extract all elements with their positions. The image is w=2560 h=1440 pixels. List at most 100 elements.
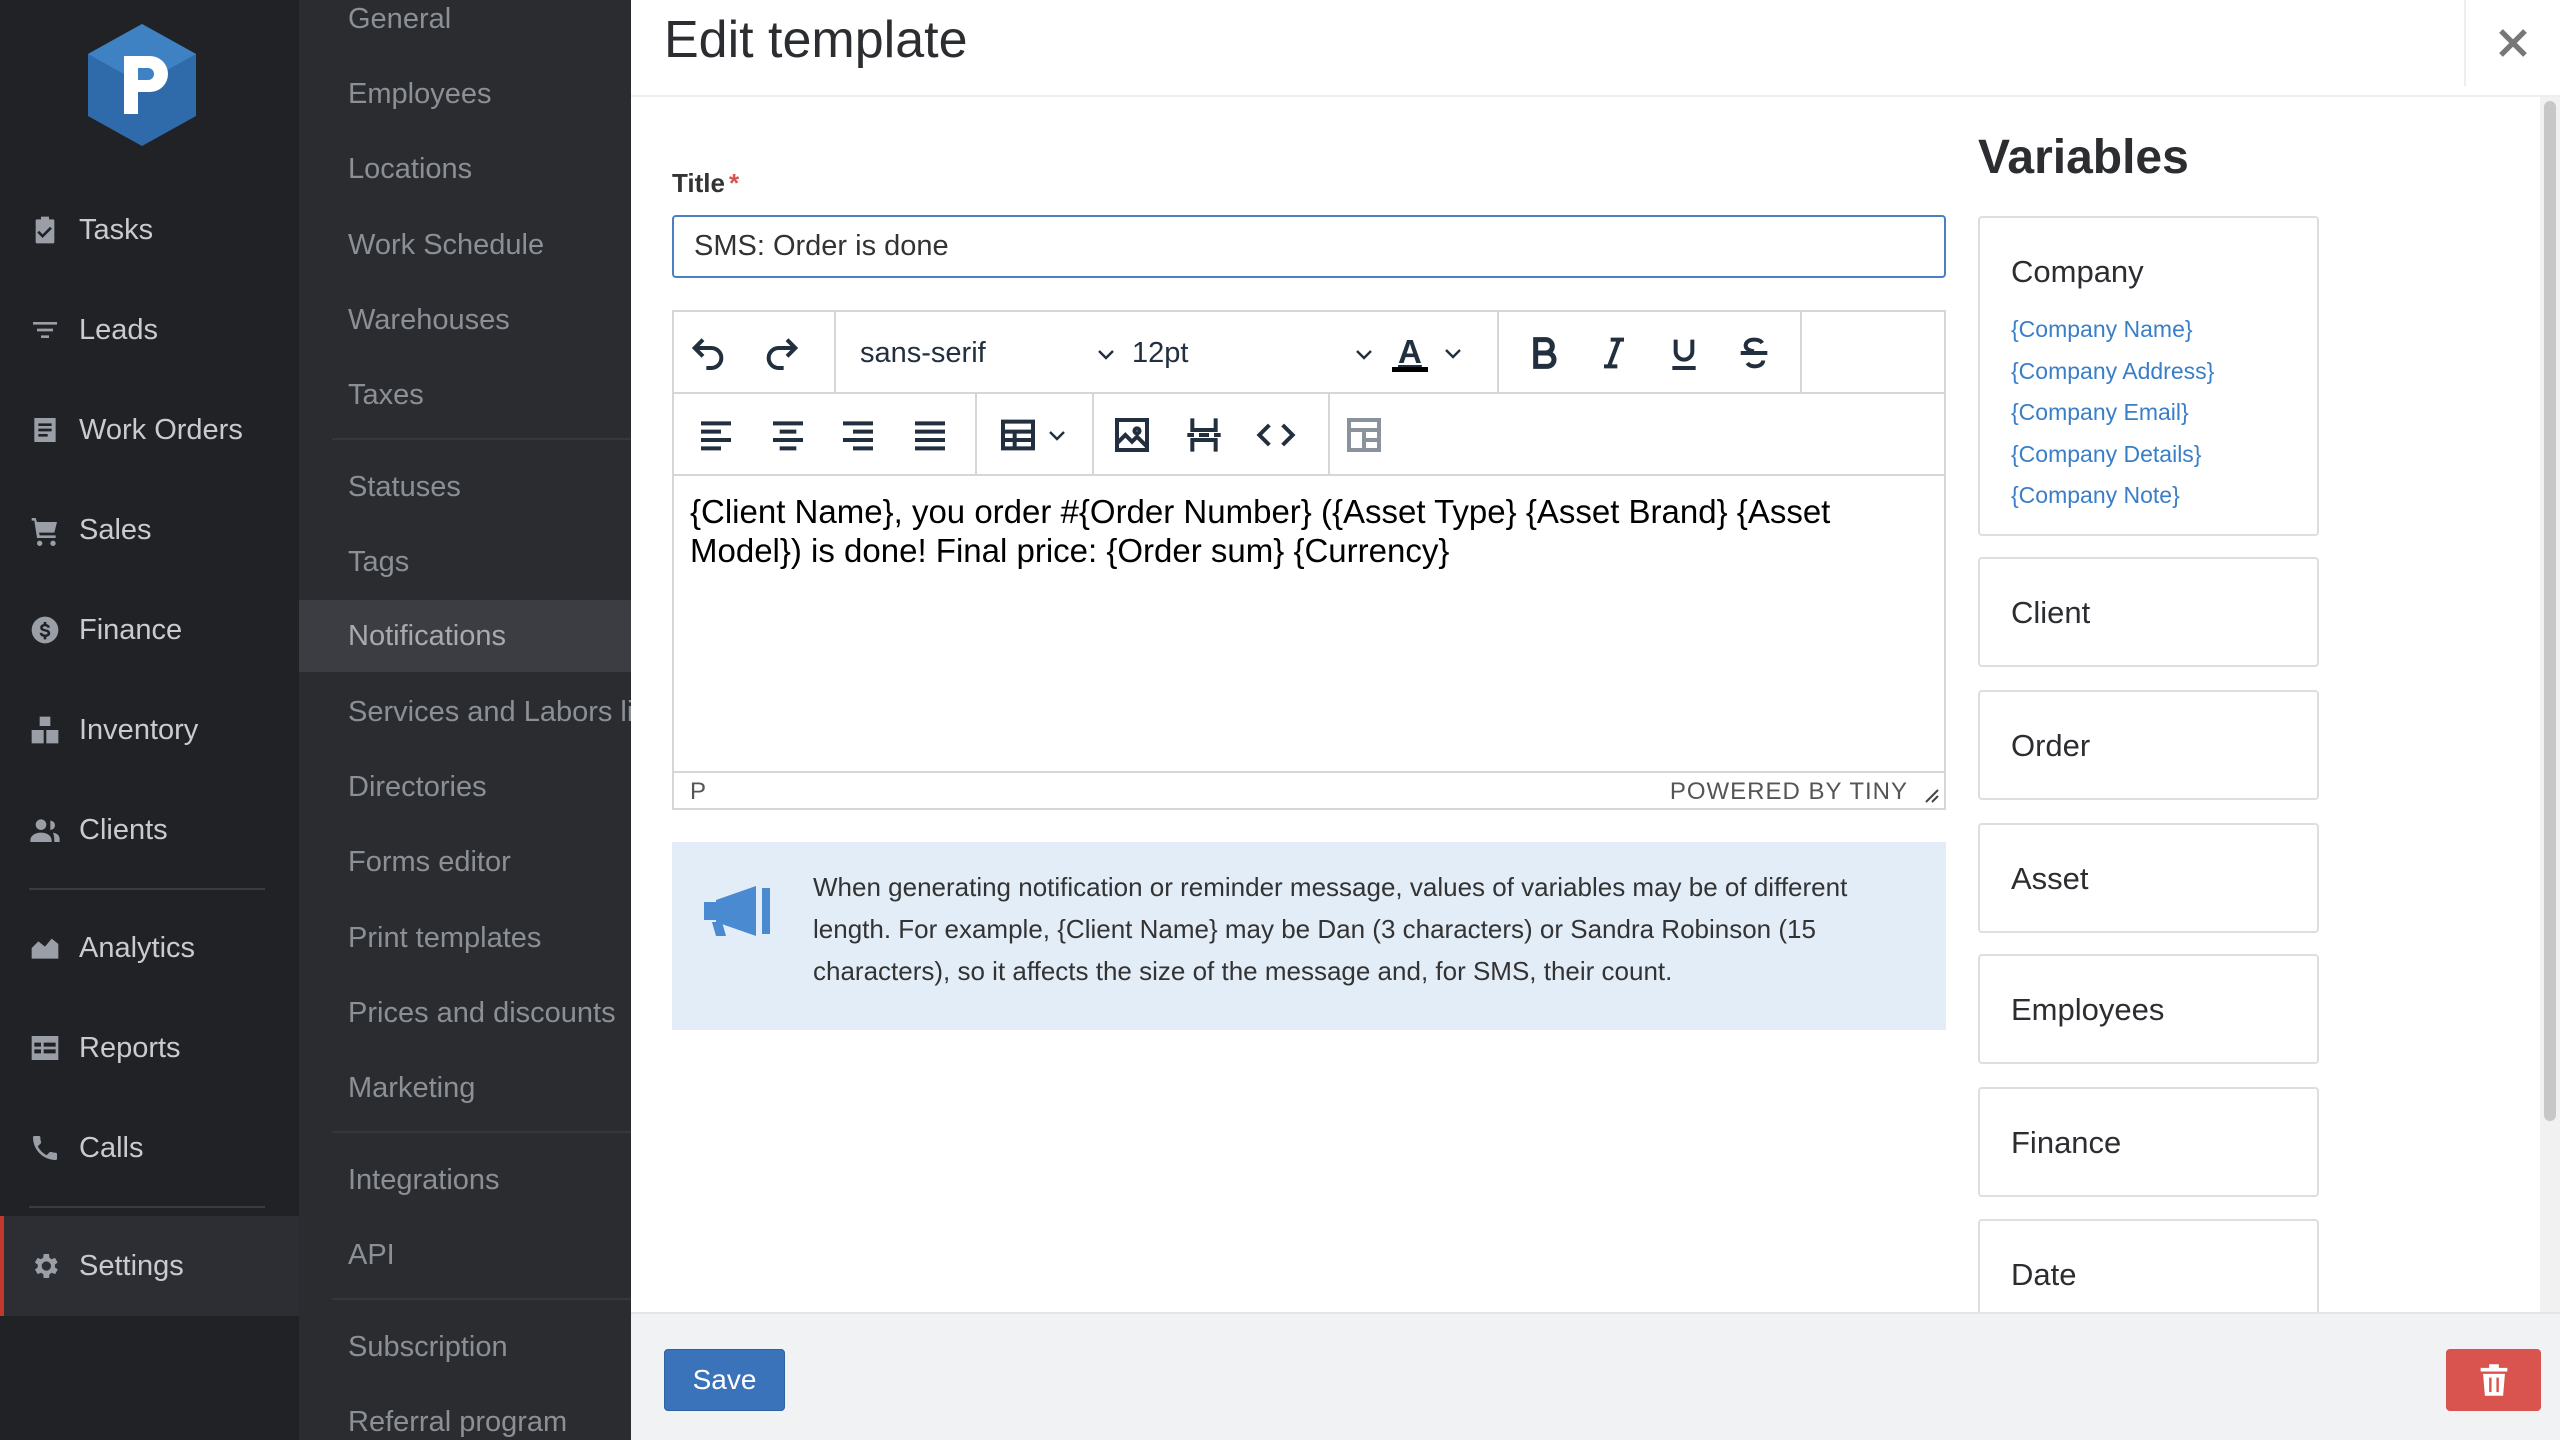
subnav-item[interactable]: API [299,1219,631,1291]
editor-content[interactable]: {Client Name}, you order #{Order Number}… [674,478,1944,781]
nav-item-sales[interactable]: Sales [0,480,299,580]
subnav-item[interactable]: Taxes [299,359,631,431]
subnav-item[interactable]: Subscription [299,1311,631,1383]
required-mark: * [728,168,740,198]
subnav-item[interactable]: Forms editor [299,826,631,898]
nav-item-analytics[interactable]: Analytics [0,898,299,998]
nav-item-label: Finance [79,613,183,646]
variable-link[interactable]: {Company Email} [2011,399,2189,426]
close-button[interactable] [2464,0,2560,86]
justify-button[interactable] [906,411,954,459]
nav-item-leads[interactable]: Leads [0,280,299,380]
variable-group-company[interactable]: Company {Company Name} {Company Address}… [1978,216,2319,536]
variable-link[interactable]: {Company Details} [2011,441,2202,468]
variable-group-finance[interactable]: Finance [1978,1087,2319,1197]
page-break-button[interactable] [1180,411,1228,459]
subnav-item[interactable]: Locations [299,133,631,205]
variable-link[interactable]: {Company Address} [2011,358,2214,385]
subnav-item[interactable]: Statuses [299,451,631,523]
subnav-item[interactable]: Services and Labors list [299,676,631,748]
justify-icon [915,421,945,451]
strikethrough-icon [1740,337,1768,369]
variable-link[interactable]: {Company Name} [2011,316,2193,343]
subnav-item[interactable]: Tags [299,526,631,598]
undo-icon [691,338,724,370]
subnav-item[interactable]: Work Schedule [299,209,631,281]
panel-header: Edit template [631,0,2560,97]
delete-button[interactable] [2446,1349,2541,1411]
align-center-button[interactable] [764,411,812,459]
main-sidebar: Tasks Leads Work Orders Sales Finance In… [0,0,299,1440]
nav-item-inventory[interactable]: Inventory [0,680,299,780]
save-button[interactable]: Save [664,1349,785,1411]
nav-item-reports[interactable]: Reports [0,998,299,1098]
nav-item-calls[interactable]: Calls [0,1098,299,1198]
subnav-item[interactable]: Directories [299,751,631,823]
table-dropdown[interactable] [1042,411,1072,459]
align-left-button[interactable] [692,411,740,459]
nav-item-label: Work Orders [79,413,243,446]
variable-group-asset[interactable]: Asset [1978,823,2319,933]
template-icon [1347,418,1381,452]
dollar-circle-icon [29,614,61,646]
clipboard-check-icon [29,214,61,246]
nav-item-work-orders[interactable]: Work Orders [0,380,299,480]
subnav-item[interactable]: Employees [299,58,631,130]
subnav-item[interactable]: Print templates [299,902,631,974]
text-color-dropdown[interactable] [1438,329,1468,377]
font-family-value: sans-serif [860,336,986,369]
redo-button[interactable] [758,329,806,377]
scrollbar-thumb[interactable] [2544,101,2556,1121]
toolbar-divider [1092,394,1094,474]
strikethrough-button[interactable] [1730,329,1778,377]
subnav-item[interactable]: Integrations [299,1144,631,1216]
undo-button[interactable] [684,329,732,377]
nav-item-clients[interactable]: Clients [0,780,299,880]
title-label-text: Title [672,168,725,198]
insert-image-button[interactable] [1108,411,1156,459]
subnav-item-notifications[interactable]: Notifications [299,600,631,672]
text-color-button[interactable]: A [1386,329,1434,377]
variable-group-title: Client [2011,595,2091,630]
subnav-divider [332,1131,631,1133]
phone-icon [29,1132,61,1164]
editor-toolbar-row-2 [674,394,1944,476]
nav-item-settings[interactable]: Settings [0,1216,299,1316]
bold-button[interactable] [1520,329,1568,377]
subnav-divider [332,438,631,440]
variable-group-client[interactable]: Client [1978,557,2319,667]
panel-title: Edit template [664,11,968,69]
underline-button[interactable] [1660,329,1708,377]
source-code-button[interactable] [1252,411,1300,459]
text-color-icon: A [1390,331,1430,375]
nav-divider [29,1206,265,1208]
chevron-down-icon [1049,431,1065,441]
variable-group-order[interactable]: Order [1978,690,2319,800]
app-logo[interactable] [84,22,200,148]
subnav-item[interactable]: General [299,0,631,55]
nav-item-finance[interactable]: Finance [0,580,299,680]
align-right-button[interactable] [834,411,882,459]
variable-group-employees[interactable]: Employees [1978,954,2319,1064]
variable-link[interactable]: {Company Note} [2011,482,2180,509]
template-button[interactable] [1340,411,1388,459]
table-button[interactable] [994,411,1042,459]
toolbar-divider [975,394,977,474]
font-size-select[interactable]: 12pt [1132,329,1376,377]
font-family-select[interactable]: sans-serif [860,329,1118,377]
nav-item-tasks[interactable]: Tasks [0,180,299,280]
subnav-item[interactable]: Prices and discounts [299,977,631,1049]
nav-item-label: Inventory [79,713,199,746]
powered-by-link[interactable]: POWERED BY TINY [1670,778,1908,806]
subnav-item[interactable]: Referral program [299,1386,631,1440]
title-input[interactable] [672,215,1946,278]
nav-item-label: Reports [79,1031,181,1064]
italic-button[interactable] [1590,329,1638,377]
italic-icon [1604,337,1624,369]
element-path[interactable]: P [690,778,706,806]
resize-handle-icon[interactable] [1922,786,1940,804]
title-label: Title * [672,168,739,199]
panel-scrollbar[interactable] [2540,97,2560,1312]
subnav-item[interactable]: Warehouses [299,284,631,356]
subnav-item[interactable]: Marketing [299,1052,631,1124]
